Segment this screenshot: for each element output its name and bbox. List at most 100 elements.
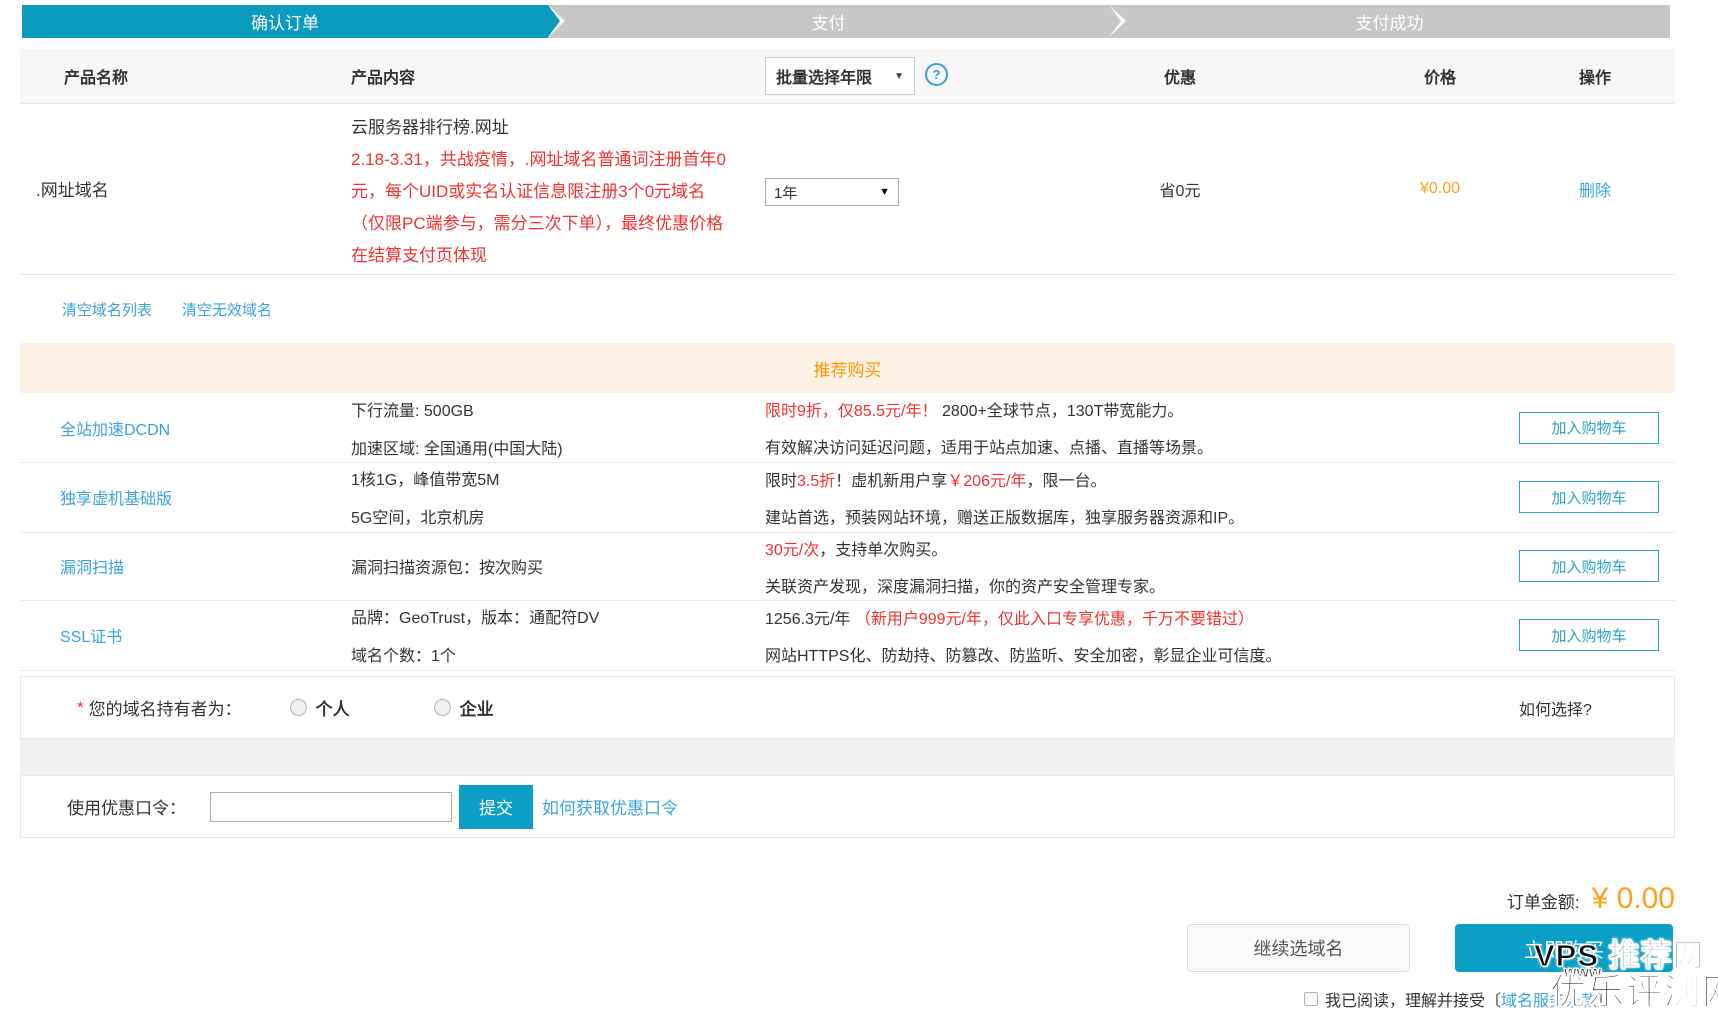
- order-total: 订单金额: ¥ 0.00: [1507, 882, 1675, 916]
- step-label: 支付: [812, 9, 846, 34]
- recommended-banner-title: 推荐购买: [814, 356, 882, 381]
- promo-line: 30元/次，支持单次购买。: [765, 536, 1510, 560]
- content-line: 5G空间，北京机房: [351, 504, 746, 528]
- delete-link[interactable]: 删除: [1545, 177, 1645, 201]
- product-promo: 限时9折，仅85.5元/年！ 2800+全球节点，130T带宽能力。 有效解决访…: [765, 393, 1510, 462]
- promo-line: 限时3.5折！虚机新用户享￥206元/年，限一台。: [765, 467, 1510, 491]
- section-divider: [20, 739, 1675, 775]
- add-to-cart-button[interactable]: 加入购物车: [1519, 412, 1659, 444]
- clear-links: 清空域名列表 清空无效域名: [62, 299, 272, 320]
- clear-domain-list-link[interactable]: 清空域名列表: [62, 299, 152, 320]
- promo-line: 有效解决访问延迟问题，适用于站点加速、点播、直播等场景。: [765, 434, 1510, 458]
- radio-option-personal[interactable]: 个人: [290, 695, 350, 720]
- promo-line: 限时9折，仅85.5元/年！ 2800+全球节点，130T带宽能力。: [765, 397, 1510, 421]
- radio-label: 企业: [460, 695, 494, 720]
- product-promo: 限时3.5折！虚机新用户享￥206元/年，限一台。 建站首选，预装网站环境，赠送…: [765, 462, 1510, 532]
- add-to-cart-button[interactable]: 加入购物车: [1519, 481, 1659, 513]
- year-select[interactable]: 1年 ▼: [765, 178, 899, 206]
- step-confirm-order: 确认订单: [22, 5, 548, 38]
- domain-product-content: 云服务器排行榜.网址 2.18-3.31，共战疫情，.网址域名普通词注册首年0元…: [351, 112, 737, 272]
- promo-segment: ，限一台。: [1026, 473, 1106, 490]
- order-total-label: 订单金额:: [1507, 888, 1580, 913]
- promo-line: 网站HTTPS化、防劫持、防篡改、防监听、安全加密，彰显企业可信度。: [765, 642, 1510, 666]
- add-to-cart-button[interactable]: 加入购物车: [1519, 550, 1659, 582]
- promo-segment: ，支持单次购买。: [819, 542, 947, 559]
- promo-segment: ！虚机新用户享: [835, 473, 947, 490]
- product-content: 品牌：GeoTrust，版本：通配符DV 域名个数：1个: [351, 600, 746, 670]
- step-label: 支付成功: [1356, 9, 1424, 34]
- promo-line: 关联资产发现，深度漏洞扫描，你的资产安全管理专家。: [765, 573, 1510, 597]
- price-value: ¥0.00: [1390, 180, 1490, 198]
- product-promo: 1256.3元/年 （新用户999元/年，仅此入口专享优惠，千万不要错过） 网站…: [765, 600, 1510, 670]
- discount-value: 省0元: [1130, 177, 1230, 201]
- col-header-action: 操作: [1545, 64, 1645, 88]
- promo-line: 1256.3元/年 （新用户999元/年，仅此入口专享优惠，千万不要错过）: [765, 605, 1510, 629]
- table-header: 产品名称 产品内容 批量选择年限 ▼ ? 优惠 价格 操作: [20, 49, 1675, 104]
- promo-segment: 3.5折: [797, 473, 835, 490]
- domain-content-title: 云服务器排行榜.网址: [351, 112, 737, 144]
- product-link[interactable]: 漏洞扫描: [60, 532, 124, 600]
- order-confirm-page: 确认订单 支付 支付成功 产品名称 产品内容 批量选择年限 ▼ ? 优惠 价格 …: [0, 0, 1718, 1009]
- promo-segment: 30元/次: [765, 542, 819, 559]
- step-payment: 支付: [548, 5, 1109, 38]
- clear-invalid-domains-link[interactable]: 清空无效域名: [182, 299, 272, 320]
- product-link[interactable]: SSL证书: [60, 600, 122, 670]
- product-content: 下行流量: 500GB加速区域: 全国通用(中国大陆): [351, 393, 746, 462]
- content-line: 域名个数：1个: [351, 642, 746, 666]
- holder-label: 您的域名持有者为：: [89, 695, 242, 720]
- radio-label: 个人: [316, 695, 350, 720]
- coupon-label: 使用优惠口令：: [67, 794, 186, 819]
- product-link[interactable]: 全站加速DCDN: [60, 393, 170, 462]
- terms-checkbox[interactable]: [1304, 992, 1318, 1006]
- batch-year-select-value: 批量选择年限: [776, 64, 872, 88]
- batch-year-select[interactable]: 批量选择年限 ▼: [765, 57, 915, 95]
- order-total-value: ¥ 0.00: [1592, 882, 1675, 916]
- domain-promo-text: 2.18-3.31，共战疫情，.网址域名普通词注册首年0元，每个UID或实名认证…: [351, 144, 737, 272]
- help-icon[interactable]: ?: [925, 63, 948, 86]
- content-line: 品牌：GeoTrust，版本：通配符DV: [351, 604, 746, 628]
- promo-line: 建站首选，预装网站环境，赠送正版数据库，独享服务器资源和IP。: [765, 504, 1510, 528]
- step-label: 确认订单: [251, 9, 319, 34]
- col-header-product-name: 产品名称: [64, 64, 128, 88]
- recommended-banner: 推荐购买: [20, 343, 1675, 393]
- recommended-row-vhost: 独享虚机基础版 1核1G，峰值带宽5M 5G空间，北京机房 限时3.5折！虚机新用…: [20, 462, 1675, 533]
- radio-option-enterprise[interactable]: 企业: [434, 695, 494, 720]
- terms-prefix: 我已阅读，理解并接受〔: [1325, 993, 1501, 1009]
- product-promo: 30元/次，支持单次购买。 关联资产发现，深度漏洞扫描，你的资产安全管理专家。: [765, 532, 1510, 600]
- coupon-submit-button[interactable]: 提交: [459, 785, 533, 829]
- content-line: 漏洞扫描资源包：按次购买: [351, 554, 746, 578]
- coupon-help-link[interactable]: 如何获取优惠口令: [542, 794, 678, 819]
- year-select-value: 1年: [774, 182, 797, 203]
- promo-segment: （新用户999元/年，仅此入口专享优惠，千万不要错过）: [855, 611, 1254, 628]
- product-link[interactable]: 独享虚机基础版: [60, 462, 172, 532]
- required-mark: *: [77, 698, 84, 718]
- promo-segment: 1256.3元/年: [765, 611, 855, 628]
- coupon-input[interactable]: [210, 792, 452, 822]
- domain-product-name: .网址域名: [36, 103, 109, 274]
- radio-icon[interactable]: [290, 699, 307, 716]
- promo-segment: 限时9折，仅85.5元/年！: [765, 403, 938, 420]
- how-to-choose-link[interactable]: 如何选择?: [1519, 696, 1592, 720]
- chevron-down-icon: ▼: [879, 186, 890, 198]
- col-header-product-content: 产品内容: [351, 64, 415, 88]
- col-header-discount: 优惠: [1130, 64, 1230, 88]
- add-to-cart-button[interactable]: 加入购物车: [1519, 619, 1659, 651]
- step-payment-success: 支付成功: [1109, 5, 1670, 38]
- promo-segment: 2800+全球节点，130T带宽能力。: [938, 403, 1184, 420]
- product-content: 1核1G，峰值带宽5M 5G空间，北京机房: [351, 462, 746, 532]
- col-header-price: 价格: [1390, 64, 1490, 88]
- product-content: 漏洞扫描资源包：按次购买: [351, 532, 746, 600]
- promo-segment: ￥206元/年: [947, 473, 1026, 490]
- coupon-section: 使用优惠口令： 提交 如何获取优惠口令: [20, 775, 1675, 838]
- recommended-row-dcdn: 全站加速DCDN 下行流量: 500GB加速区域: 全国通用(中国大陆) 限时9…: [20, 393, 1675, 463]
- promo-segment: 限时: [765, 473, 797, 490]
- continue-select-domain-button[interactable]: 继续选域名: [1187, 924, 1410, 972]
- content-line: 加速区域: 全国通用(中国大陆): [351, 435, 746, 459]
- recommended-row-ssl: SSL证书 品牌：GeoTrust，版本：通配符DV 域名个数：1个 1256.3…: [20, 600, 1675, 671]
- chevron-down-icon: ▼: [894, 71, 904, 82]
- cart-item-row: .网址域名 云服务器排行榜.网址 2.18-3.31，共战疫情，.网址域名普通词…: [20, 103, 1675, 275]
- radio-icon[interactable]: [434, 699, 451, 716]
- content-line: 1核1G，峰值带宽5M: [351, 466, 746, 490]
- recommended-row-scan: 漏洞扫描 漏洞扫描资源包：按次购买 30元/次，支持单次购买。 关联资产发现，深…: [20, 532, 1675, 601]
- watermark-youle: 优乐评测网: [1550, 963, 1718, 1009]
